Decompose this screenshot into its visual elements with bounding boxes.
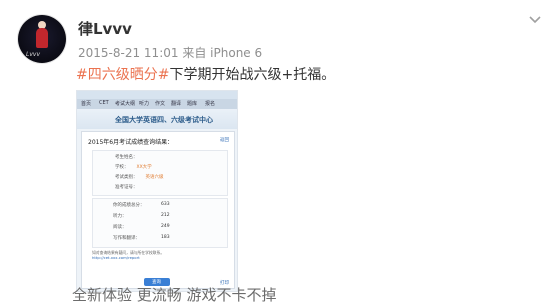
candidate-info: 考生姓名： 学校： XX大学 考试类别： 英语六级 准考证号： xyxy=(92,150,228,196)
score-value: 633 xyxy=(161,202,170,207)
score-row: 阅读： 249 xyxy=(113,224,170,230)
score-label: 你的成绩总分： xyxy=(113,203,145,208)
result-note-link: http://cet.xxx.com/report xyxy=(92,255,140,260)
info-value: XX大学 xyxy=(136,165,152,170)
post-hashtag[interactable]: #四六级晒分# xyxy=(76,67,169,83)
post-meta: 2015-8-21 11:01 来自 iPhone 6 xyxy=(78,44,262,61)
image-nav-bar: 首页 CET 考试大纲 听力 作文 翻译 题库 报名 xyxy=(77,99,237,109)
score-row: 你的成绩总分： 633 xyxy=(113,202,170,208)
result-note: 如对查询结果有疑问，请与所在学校联系。 http://cet.xxx.com/r… xyxy=(92,250,228,260)
post-image[interactable]: 首页 CET 考试大纲 听力 作文 翻译 题库 报名 全国大学英语四、六级考试中… xyxy=(76,90,238,292)
image-nav-item: 题库 xyxy=(187,101,198,107)
info-row: 考生姓名： xyxy=(115,154,146,160)
username[interactable]: 律Lvvv xyxy=(78,18,132,39)
image-banner-title: 全国大学英语四、六级考试中心 xyxy=(115,116,213,124)
image-banner: 全国大学英语四、六级考试中心 xyxy=(77,109,237,129)
info-row: 考试类别： 英语六级 xyxy=(115,174,164,180)
score-row: 听力： 212 xyxy=(113,213,170,219)
info-label: 准考证号： xyxy=(115,185,138,190)
image-nav-item: 作文 xyxy=(155,101,166,107)
score-value: 249 xyxy=(161,224,170,229)
chevron-down-icon[interactable] xyxy=(528,13,542,27)
image-top-bar xyxy=(77,91,237,99)
avatar-signature: Lvvv xyxy=(26,51,40,58)
post-source[interactable]: iPhone 6 xyxy=(210,46,262,60)
score-value: 183 xyxy=(161,235,170,240)
image-nav-item: 首页 xyxy=(81,101,92,107)
score-label: 听力： xyxy=(113,214,127,219)
info-label: 考试类别： xyxy=(115,175,138,180)
image-nav-item: CET xyxy=(99,100,109,106)
info-value: 英语六级 xyxy=(145,175,164,180)
image-nav-item: 翻译 xyxy=(171,101,182,107)
result-panel: 2015年6月考试成绩查询结果： 返回 考生姓名： 学校： XX大学 考试类别： 英… xyxy=(81,131,235,289)
post-source-prefix: 来自 xyxy=(182,46,207,60)
image-nav-item: 报名 xyxy=(205,101,216,107)
post-text: 下学期开始战六级+托福。 xyxy=(169,67,336,83)
image-nav-item: 考试大纲 xyxy=(115,101,136,107)
info-label: 考生姓名： xyxy=(115,155,138,160)
avatar-figure-body xyxy=(36,28,48,48)
score-row: 写作和翻译： 183 xyxy=(113,235,170,241)
next-item-caption: 全新体验 更流畅 游戏不卡不掉 xyxy=(72,286,277,304)
score-label: 阅读： xyxy=(113,225,127,230)
score-value: 212 xyxy=(161,213,170,218)
post-timestamp[interactable]: 2015-8-21 11:01 xyxy=(78,46,179,60)
result-return-link: 返回 xyxy=(220,138,229,143)
info-row: 准考证号： xyxy=(115,184,146,190)
result-title: 2015年6月考试成绩查询结果： xyxy=(88,139,174,146)
info-label: 学校： xyxy=(115,165,129,170)
score-table: 你的成绩总分： 633 听力： 212 阅读： 249 写作和翻译： 183 xyxy=(92,198,228,248)
score-label: 写作和翻译： xyxy=(113,236,140,241)
avatar[interactable]: Lvvv xyxy=(18,15,66,63)
post-content: #四六级晒分#下学期开始战六级+托福。 xyxy=(76,64,335,84)
image-nav-item: 听力 xyxy=(139,101,150,107)
info-row: 学校： XX大学 xyxy=(115,164,152,170)
